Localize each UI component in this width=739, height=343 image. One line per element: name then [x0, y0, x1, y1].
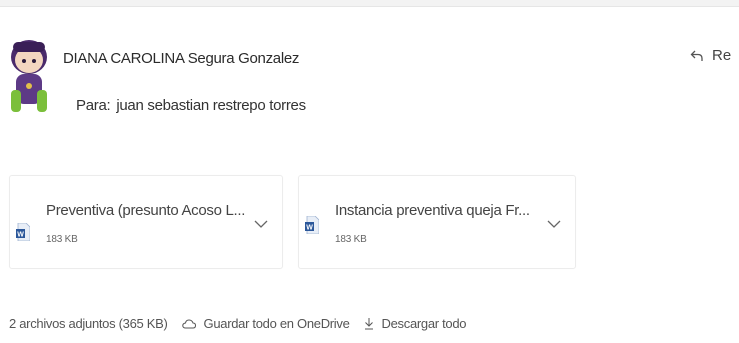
svg-text:W: W: [17, 232, 24, 239]
chevron-down-icon[interactable]: [254, 219, 268, 229]
word-doc-icon: W: [305, 216, 319, 234]
recipient-line: Para: juan sebastian restrepo torres: [76, 97, 306, 114]
svg-text:W: W: [306, 225, 313, 232]
download-all-button[interactable]: Descargar todo: [364, 316, 467, 331]
attachment-name: Instancia preventiva queja Fr...: [335, 202, 530, 219]
reply-icon: [690, 50, 703, 61]
download-all-label: Descargar todo: [381, 316, 467, 331]
save-onedrive-label: Guardar todo en OneDrive: [203, 316, 350, 331]
sender-name[interactable]: DIANA CAROLINA Segura Gonzalez: [63, 50, 299, 67]
save-onedrive-button[interactable]: Guardar todo en OneDrive: [181, 316, 350, 331]
cloud-icon: [181, 318, 196, 328]
attachment-size: 183 KB: [335, 234, 367, 245]
to-label: Para:: [76, 97, 111, 114]
reply-button[interactable]: Re: [690, 47, 731, 64]
avatar[interactable]: [8, 38, 50, 116]
attachment-card[interactable]: W Instancia preventiva queja Fr... 183 K…: [298, 175, 576, 269]
chevron-down-icon[interactable]: [547, 219, 561, 229]
reply-label: Re: [712, 47, 732, 64]
attachment-size: 183 KB: [46, 234, 78, 245]
header-divider: [0, 0, 739, 7]
word-doc-icon: W: [16, 223, 30, 241]
download-icon: [364, 318, 373, 330]
attachment-name: Preventiva (presunto Acoso L...: [46, 202, 246, 219]
attachments-summary: 2 archivos adjuntos (365 KB): [9, 316, 168, 331]
attachments-footer: 2 archivos adjuntos (365 KB) Guardar tod…: [9, 316, 467, 331]
attachment-card[interactable]: W Preventiva (presunto Acoso L... 183 KB: [9, 175, 283, 269]
recipient-name[interactable]: juan sebastian restrepo torres: [116, 97, 306, 114]
